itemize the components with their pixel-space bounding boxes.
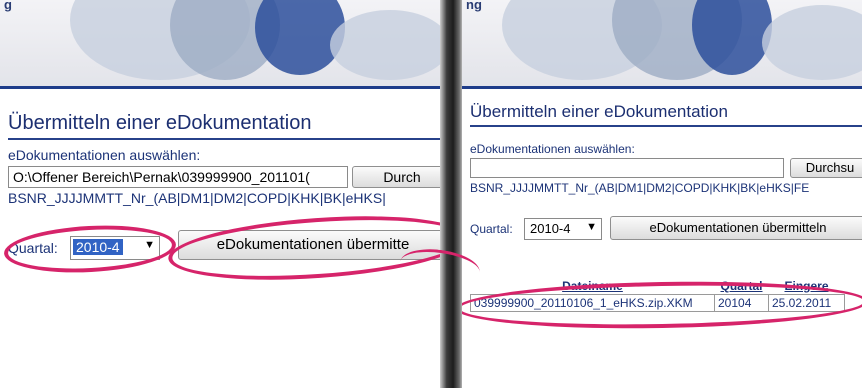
quartal-label: Quartal:: [470, 222, 513, 236]
title-underline: [470, 125, 862, 127]
file-path-input[interactable]: O:\Offener Bereich\Pernak\039999900_2011…: [8, 166, 348, 188]
page-title: Übermitteln einer eDokumentation: [470, 102, 728, 121]
quartal-highlight-ellipse: [2, 221, 178, 277]
header-divider: [0, 86, 446, 89]
browse-button[interactable]: Durchsu: [790, 158, 862, 178]
left-screenshot-panel: g Übermitteln einer eDokumentation eDoku…: [0, 0, 447, 388]
select-label: eDokumentationen auswählen:: [470, 142, 635, 156]
header-divider: [462, 86, 862, 89]
quartal-selected-value: 2010-4: [530, 221, 571, 236]
filename-hint: BSNR_JJJJMMTT_Nr_(AB|DM1|DM2|COPD|KHK|BK…: [8, 190, 386, 206]
header-text: g: [4, 0, 12, 12]
browse-button[interactable]: Durch: [352, 166, 446, 188]
quartal-select[interactable]: 2010-4 ▼: [524, 218, 602, 240]
file-path-input[interactable]: [470, 158, 784, 178]
panel-divider-shadow: [440, 0, 464, 388]
page-title: Übermitteln einer eDokumentation: [8, 112, 312, 134]
submit-button[interactable]: eDokumentationen übermitteln: [610, 216, 862, 240]
submit-highlight-ellipse: [166, 207, 446, 289]
header-banner: ng: [462, 0, 862, 86]
filename-hint: BSNR_JJJJMMTT_Nr_(AB|DM1|DM2|COPD|KHK|BK…: [470, 181, 810, 195]
right-screenshot-panel: ng Übermitteln einer eDokumentation eDok…: [462, 0, 862, 388]
header-banner: g: [0, 0, 446, 86]
title-underline: [8, 138, 446, 140]
dropdown-arrow-icon: ▼: [586, 221, 597, 233]
header-text: ng: [466, 0, 482, 12]
select-label: eDokumentationen auswählen:: [8, 147, 201, 163]
